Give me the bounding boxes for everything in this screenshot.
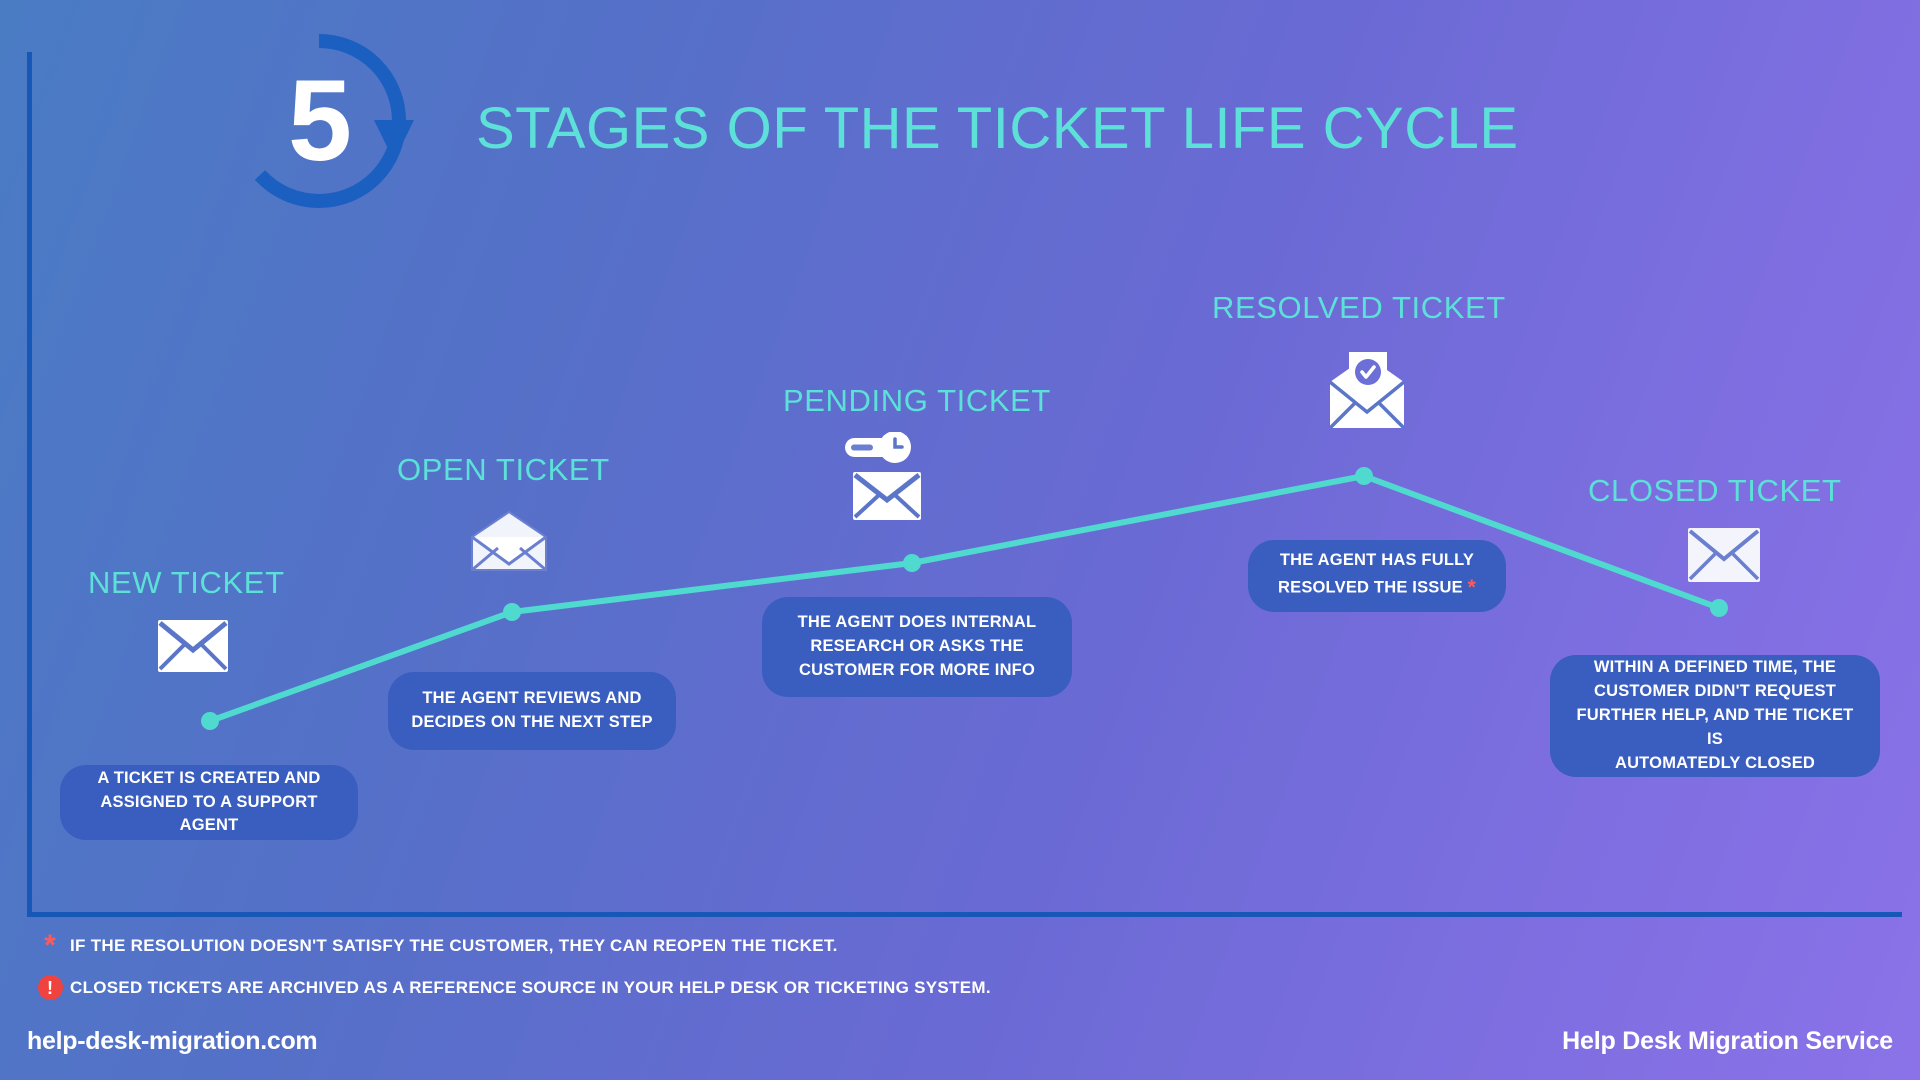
- footnote-text: CLOSED TICKETS ARE ARCHIVED AS A REFEREN…: [70, 977, 991, 997]
- asterisk-icon: *: [44, 928, 56, 962]
- footnote-text: IF THE RESOLUTION DOESN'T SATISFY THE CU…: [70, 935, 838, 955]
- stage-label-open-ticket: OPEN TICKET: [397, 452, 610, 487]
- closed-envelope-icon-new-ticket: [158, 620, 228, 677]
- stage-label-new-ticket: NEW TICKET: [88, 565, 285, 600]
- asterisk-marker: *: [1467, 575, 1476, 599]
- bubble-line: THE AGENT HAS FULLY: [1279, 550, 1475, 569]
- bubble-line: RESEARCH OR ASKS THE: [810, 637, 1024, 656]
- five-stages-logo: 5: [228, 30, 448, 220]
- description-bubble-open-ticket: THE AGENT REVIEWS AND DECIDES ON THE NEX…: [388, 672, 676, 750]
- bubble-line: A TICKET IS CREATED AND: [97, 768, 321, 787]
- footnotes: * IF THE RESOLUTION DOESN'T SATISFY THE …: [30, 930, 1430, 1014]
- exclamation-circle-icon: !: [30, 975, 70, 1000]
- description-bubble-resolved-ticket: THE AGENT HAS FULLY RESOLVED THE ISSUE *: [1248, 540, 1506, 612]
- envelope-with-progress-clock-icon-pending-ticket: [845, 431, 925, 527]
- website-url[interactable]: help-desk-migration.com: [27, 1027, 318, 1056]
- bubble-line: CUSTOMER FOR MORE INFO: [798, 660, 1035, 679]
- brand-name: Help Desk Migration Service: [1562, 1027, 1893, 1055]
- footnote-row: ! CLOSED TICKETS ARE ARCHIVED AS A REFER…: [30, 972, 1430, 1003]
- bubble-line: CUSTOMER DIDN'T REQUEST: [1594, 682, 1836, 701]
- bubble-line: DECIDES ON THE NEXT STEP: [411, 713, 653, 731]
- closed-envelope-icon-closed-ticket: [1688, 528, 1760, 587]
- open-envelope-icon-open-ticket: [470, 510, 548, 577]
- header: 5 STAGES OF THE TICKET LIFE CYCLE: [0, 0, 1920, 240]
- description-bubble-pending-ticket: THE AGENT DOES INTERNAL RESEARCH OR ASKS…: [762, 597, 1072, 697]
- badge-number: 5: [288, 56, 352, 185]
- description-bubble-new-ticket: A TICKET IS CREATED AND ASSIGNED TO A SU…: [60, 765, 358, 840]
- chart-x-axis: [27, 912, 1902, 917]
- stage-label-pending-ticket: PENDING TICKET: [783, 383, 1051, 418]
- bubble-line: RESOLVED THE ISSUE *: [1278, 575, 1476, 599]
- envelope-with-check-badge-icon-resolved-ticket: [1328, 352, 1406, 435]
- stage-label-closed-ticket: CLOSED TICKET: [1588, 473, 1842, 508]
- footnote-row: * IF THE RESOLUTION DOESN'T SATISFY THE …: [30, 930, 1430, 961]
- bubble-line: ASSIGNED TO A SUPPORT AGENT: [100, 792, 318, 835]
- bubble-line: WITHIN A DEFINED TIME, THE: [1593, 658, 1837, 677]
- chart-y-axis: [27, 52, 32, 917]
- bubble-line: THE AGENT REVIEWS AND: [422, 689, 642, 708]
- stage-label-resolved-ticket: RESOLVED TICKET: [1212, 290, 1506, 325]
- page-title: STAGES OF THE TICKET LIFE CYCLE: [476, 96, 1519, 161]
- bubble-line: FURTHER HELP, AND THE TICKET IS: [1576, 706, 1854, 748]
- description-bubble-closed-ticket: WITHIN A DEFINED TIME, THE CUSTOMER DIDN…: [1550, 655, 1880, 777]
- bubble-line: AUTOMATEDLY CLOSED: [1614, 753, 1816, 772]
- bubble-line: THE AGENT DOES INTERNAL: [797, 613, 1037, 632]
